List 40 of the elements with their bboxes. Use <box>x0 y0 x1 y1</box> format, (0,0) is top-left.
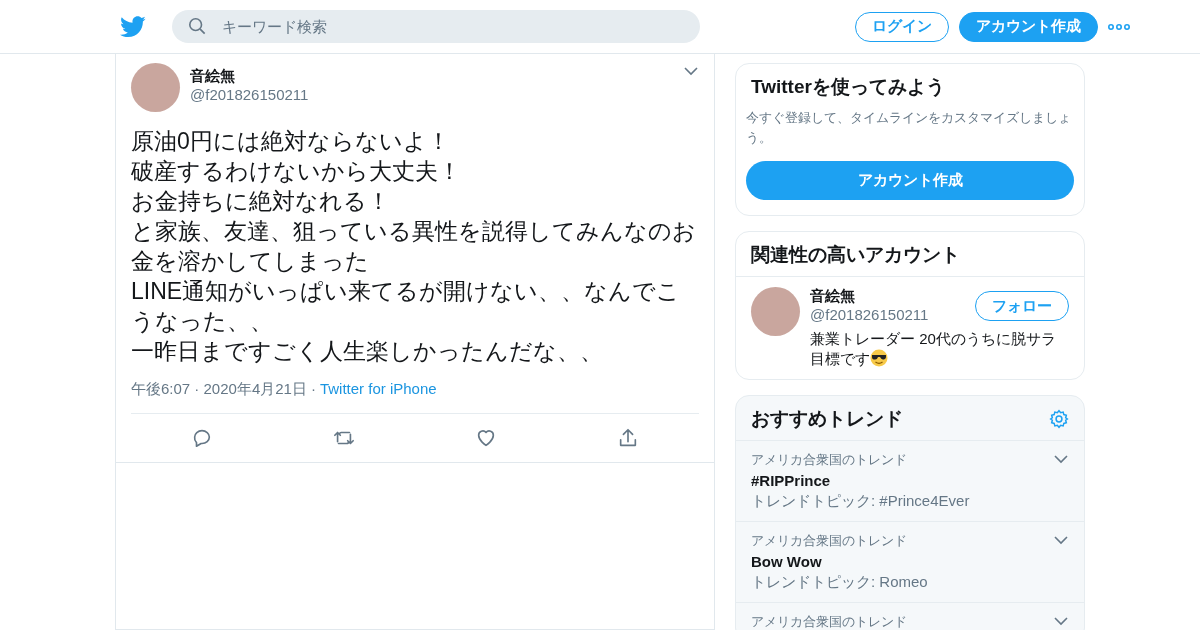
reply-icon[interactable] <box>191 427 213 449</box>
trend-context: アメリカ合衆国のトレンド <box>751 451 908 469</box>
bird-logo-icon[interactable] <box>120 15 146 38</box>
tweet-text-line: LINE通知がいっぱい来てるが開けない、、なんでこうなった、、 <box>131 277 682 336</box>
settings-icon[interactable] <box>1049 409 1069 429</box>
signup-button[interactable]: アカウント作成 <box>959 11 1098 42</box>
heart-icon[interactable] <box>475 427 497 449</box>
tweet-text-line: 一昨日まですごく人生楽しかったんだな、、 <box>131 337 604 366</box>
separator: · <box>310 380 316 399</box>
tweet-text-line: お金持ちに絶対なれる！ <box>131 187 391 216</box>
trend-name[interactable]: Bow Wow <box>751 553 928 570</box>
login-button[interactable]: ログイン <box>855 11 949 42</box>
card-title: 関連性の高いアカウント <box>751 243 960 267</box>
user-handle[interactable]: @f201826150211 <box>190 86 673 103</box>
user-handle[interactable]: @f201826150211 <box>810 306 929 323</box>
sunglasses-face-icon <box>870 349 888 367</box>
more-icon[interactable] <box>1108 23 1130 30</box>
tweet-text-line: 破産するわけないから大丈夫！ <box>131 157 462 186</box>
tweet-time: 午後6:07 · 2020年4月21日 <box>131 380 307 399</box>
trend-context: アメリカ合衆国のトレンド <box>751 613 907 630</box>
tweet-text-line: と家族、友達、狙っている異性を説得してみんなのお金を溶かしてしまった <box>131 217 697 276</box>
trend-name[interactable]: #RIPPrince <box>751 472 970 489</box>
user-name[interactable]: 音絵無 <box>810 287 929 306</box>
trend-topic: トレンドトピック: #Prince4Ever <box>751 492 970 511</box>
user-bio-line: 兼業トレーダー 20代のうちに脱サラ <box>810 329 1057 349</box>
trend-topic: トレンドトピック: Romeo <box>751 573 928 592</box>
card-title: おすすめトレンド <box>751 407 903 431</box>
user-name[interactable]: 音絵無 <box>190 67 673 86</box>
source-link[interactable]: Twitter for iPhone <box>319 380 437 399</box>
trend-context: アメリカ合衆国のトレンド <box>751 532 908 550</box>
signup-button[interactable]: アカウント作成 <box>746 161 1074 200</box>
tweet-text-line: 原油0円には絶対ならないよ！ <box>131 127 451 156</box>
avatar[interactable] <box>131 63 180 112</box>
card-description: 今すぐ登録して、タイムラインをカスタマイズしましょう。 <box>745 109 1072 147</box>
follow-button[interactable]: フォロー <box>975 291 1069 321</box>
avatar[interactable] <box>751 287 800 336</box>
share-icon[interactable] <box>617 427 639 449</box>
search-field[interactable]: キーワード検索 <box>172 10 700 43</box>
card-title: Twitterを使ってみよう <box>751 75 945 99</box>
user-bio-line: 目標です <box>810 350 870 367</box>
